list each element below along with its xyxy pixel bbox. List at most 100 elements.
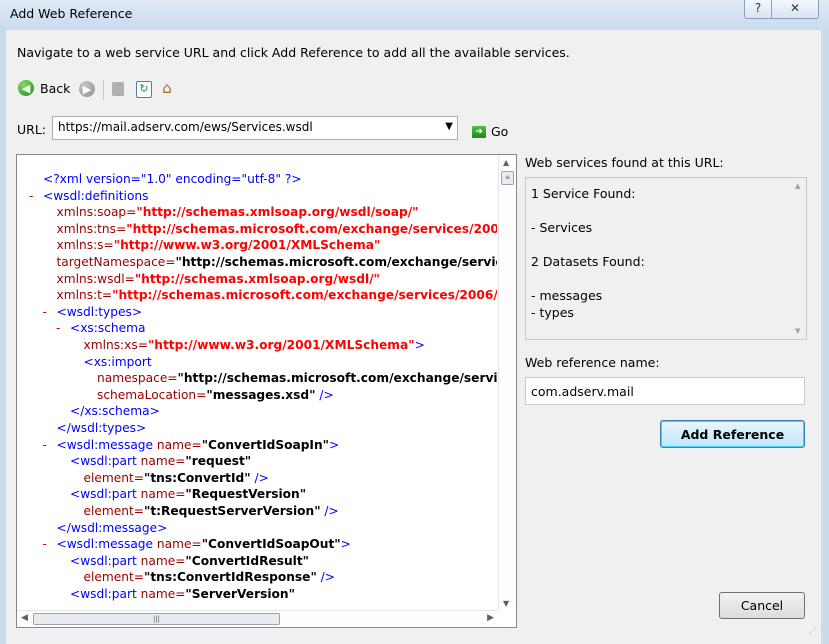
xml-token: name=: [140, 553, 186, 568]
xml-token: namespace=: [97, 371, 178, 386]
stop-icon[interactable]: [112, 82, 124, 96]
help-button[interactable]: ?: [744, 0, 772, 19]
collapse-toggle[interactable]: -: [43, 437, 47, 454]
xml-line: - <wsdl:message name="ConvertIdSoapOut">: [43, 536, 351, 553]
cancel-button[interactable]: Cancel: [719, 592, 805, 619]
vertical-scrollbar[interactable]: ▲ ≡ ▼: [498, 155, 516, 610]
dialog-content: Navigate to a web service URL and click …: [6, 30, 821, 644]
found-line: 1 Service Found:: [531, 186, 636, 201]
collapse-toggle[interactable]: -: [29, 188, 33, 205]
xml-token: <wsdl:message: [56, 537, 157, 552]
xml-token: name=: [140, 487, 186, 502]
xml-token: <wsdl:types>: [56, 304, 143, 319]
xml-token: />: [315, 387, 334, 402]
xml-line: - <wsdl:types>: [43, 304, 143, 321]
hscroll-thumb[interactable]: |||: [33, 613, 280, 625]
xml-token: <xs:import: [83, 354, 152, 369]
url-value[interactable]: https://mail.adserv.com/ews/Services.wsd…: [58, 120, 313, 134]
home-icon[interactable]: ⌂: [159, 80, 175, 96]
xml-token: xmlns:wsdl=: [56, 271, 135, 286]
scroll-left-icon[interactable]: ◀: [21, 613, 28, 623]
xml-token: xmlns:t=: [56, 288, 113, 303]
window-title: Add Web Reference: [10, 6, 133, 21]
scroll-up-icon[interactable]: ▲: [795, 182, 800, 190]
scroll-right-icon[interactable]: ▶: [487, 613, 494, 623]
xml-token: "http://schemas.xmlsoap.org/wsdl/soap/": [136, 205, 419, 220]
add-reference-button[interactable]: Add Reference: [660, 420, 805, 448]
url-label: URL:: [17, 122, 47, 137]
scroll-down-icon[interactable]: ▼: [795, 327, 800, 335]
xml-token: <?xml version="1.0" encoding="utf-8" ?>: [43, 172, 302, 186]
found-scrollbar[interactable]: ▲ ▼: [791, 178, 806, 339]
back-button[interactable]: ◀ Back: [18, 80, 70, 96]
back-label: Back: [40, 80, 71, 96]
xml-line: xmlns:t="http://schemas.microsoft.com/ex…: [57, 287, 498, 304]
xml-token: "tns:ConvertId": [143, 470, 251, 485]
xml-token: xmlns:s=: [56, 238, 114, 253]
xml-token: />: [320, 504, 339, 518]
xml-token: name=: [156, 437, 202, 452]
xml-token: <wsdl:part: [70, 454, 141, 469]
chevron-down-icon[interactable]: ▼: [445, 121, 453, 132]
xml-token: </wsdl:message>: [56, 520, 168, 535]
xml-token: "ConvertIdResult": [185, 553, 310, 568]
xml-token: <wsdl:part: [70, 553, 141, 568]
collapse-toggle[interactable]: -: [56, 320, 60, 337]
xml-line: - <wsdl:message name="ConvertIdSoapIn">: [43, 437, 340, 454]
xml-line: xmlns:xs="http://www.w3.org/2001/XMLSche…: [84, 337, 425, 354]
xml-token: "tns:ConvertIdResponse": [143, 570, 317, 585]
title-bar: Add Web Reference ? ✕: [0, 0, 829, 31]
xml-line: xmlns:tns="http://schemas.microsoft.com/…: [57, 221, 498, 238]
xml-line: targetNamespace="http://schemas.microsof…: [57, 254, 498, 271]
xml-token: "http://schemas.microsoft.com/exchange/s…: [175, 255, 497, 269]
xml-line: xmlns:s="http://www.w3.org/2001/XMLSchem…: [57, 237, 381, 254]
xml-token: element=: [83, 470, 144, 485]
url-combobox[interactable]: https://mail.adserv.com/ews/Services.wsd…: [52, 116, 458, 140]
xml-token: "request": [185, 454, 252, 469]
xml-line: <wsdl:part name="RequestVersion": [70, 486, 306, 503]
web-reference-name-input[interactable]: [525, 377, 805, 405]
xml-token: />: [250, 470, 269, 485]
xml-token: element=: [83, 570, 144, 585]
services-found-label: Web services found at this URL:: [525, 155, 724, 170]
xml-line: <?xml version="1.0" encoding="utf-8" ?>: [43, 171, 302, 188]
xml-line: </wsdl:types>: [57, 420, 147, 437]
xml-line: <wsdl:part name="ServerVersion": [70, 586, 295, 603]
toolbar-separator: [103, 80, 104, 100]
xml-token: name=: [140, 454, 186, 469]
forward-arrow-icon[interactable]: ▶: [79, 81, 95, 97]
collapse-toggle[interactable]: -: [43, 536, 47, 553]
go-button[interactable]: ➜ Go: [472, 124, 508, 139]
xml-token: "http://www.w3.org/2001/XMLSchema": [113, 238, 381, 253]
scroll-thumb[interactable]: ≡: [501, 171, 514, 185]
xml-token: <xs:schema: [70, 321, 146, 336]
xml-line: element="tns:ConvertId" />: [84, 470, 269, 487]
xml-line: </xs:schema>: [70, 403, 160, 420]
collapse-toggle[interactable]: -: [43, 304, 47, 321]
found-line: - messages: [531, 288, 603, 303]
scroll-up-icon[interactable]: ▲: [503, 158, 509, 167]
xml-token: </wsdl:types>: [56, 421, 147, 435]
horizontal-scrollbar[interactable]: ◀ ||| ▶: [17, 610, 498, 627]
resize-grip-icon[interactable]: ⋰: [809, 627, 819, 638]
xml-content: <?xml version="1.0" encoding="utf-8" ?> -…: [17, 171, 497, 611]
close-button[interactable]: ✕: [771, 0, 819, 19]
window-frame-right: [821, 30, 829, 644]
xml-token: element=: [83, 504, 144, 518]
xml-line: <wsdl:part name="request": [70, 453, 251, 470]
xml-token: name=: [140, 587, 186, 601]
scroll-down-icon[interactable]: ▼: [503, 599, 509, 608]
xml-line: element="tns:ConvertIdResponse" />: [84, 569, 336, 586]
refresh-icon[interactable]: ↻: [136, 81, 152, 98]
xml-token: name=: [156, 537, 202, 552]
xml-token: "http://www.w3.org/2001/XMLSchema": [147, 338, 415, 352]
xml-token: </xs:schema>: [70, 404, 160, 419]
go-arrow-icon: ➜: [472, 125, 486, 138]
found-line: 2 Datasets Found:: [531, 254, 645, 269]
wsdl-preview-pane[interactable]: <?xml version="1.0" encoding="utf-8" ?> -…: [16, 154, 517, 628]
xml-line: - <wsdl:definitions: [29, 188, 149, 205]
go-label: Go: [491, 124, 509, 139]
xml-token: <wsdl:definitions: [43, 188, 149, 203]
back-arrow-icon: ◀: [18, 80, 34, 96]
xml-token: "RequestVersion": [185, 487, 307, 502]
